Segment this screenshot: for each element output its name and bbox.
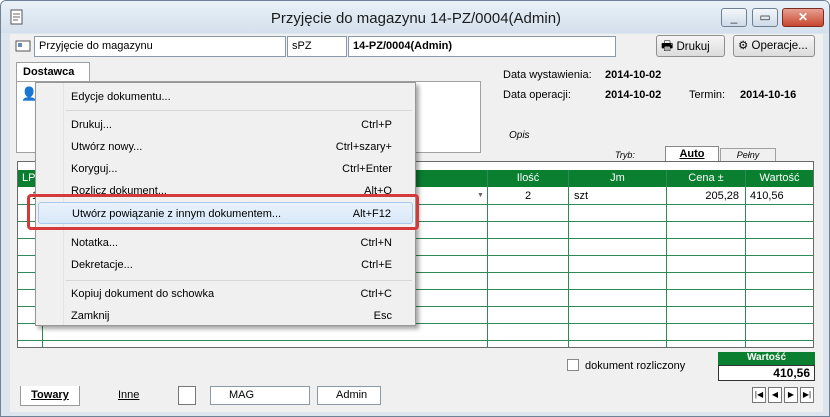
issue-date-value[interactable]: 2014-10-02	[605, 69, 661, 81]
due-label: Termin:	[689, 89, 726, 101]
print-button[interactable]: 🖶 Drukuj	[656, 35, 725, 57]
row1-price[interactable]: 205,28	[667, 190, 739, 202]
next-record-icon[interactable]: ▶	[784, 387, 798, 403]
op-date-value[interactable]: 2014-10-02	[605, 89, 661, 101]
main-window: Przyjęcie do magazynu 14-PZ/0004(Admin) …	[0, 0, 830, 417]
title-bar[interactable]: Przyjęcie do magazynu 14-PZ/0004(Admin) …	[1, 1, 829, 33]
tab-inne[interactable]: Inne	[118, 386, 139, 406]
menu-item-copy[interactable]: Kopiuj dokument do schowka Ctrl+C	[38, 283, 413, 305]
operations-label: Operacje...	[751, 40, 808, 52]
tab-auto[interactable]: Auto	[665, 146, 719, 162]
restore-icon: ▭	[759, 10, 771, 24]
opis-label: Opis	[509, 130, 530, 141]
notepad-icon[interactable]	[178, 386, 196, 405]
menu-item-note[interactable]: Notatka... Ctrl+N	[38, 232, 413, 254]
issue-date-label: Data wystawienia:	[503, 69, 592, 81]
tab-dostawca[interactable]: Dostawca	[16, 62, 90, 82]
last-record-icon[interactable]: ▶|	[800, 387, 814, 403]
printer-icon: 🖶	[661, 38, 674, 53]
close-button[interactable]: ✕	[782, 8, 824, 27]
doc-type-field[interactable]: Przyjęcie do magazynu	[34, 36, 286, 57]
dropdown-arrow-icon[interactable]: ▼	[477, 192, 484, 199]
close-icon: ✕	[797, 10, 809, 24]
row1-value[interactable]: 410,56	[750, 190, 784, 202]
maximize-button[interactable]: ▭	[752, 8, 778, 27]
minimize-button[interactable]: _	[721, 8, 747, 27]
tab-towary[interactable]: Towary	[20, 386, 80, 406]
menu-item-close[interactable]: Zamknij Esc	[38, 305, 413, 327]
col-price[interactable]: Cena ±	[667, 172, 745, 184]
col-value[interactable]: Wartość	[746, 172, 813, 184]
user-field[interactable]: Admin	[317, 386, 381, 405]
mode-label: Tryb:	[615, 150, 635, 160]
warehouse-select[interactable]: MAG	[210, 386, 310, 405]
settled-label: dokument rozliczony	[585, 360, 686, 372]
menu-item-print[interactable]: Drukuj... Ctrl+P	[38, 114, 413, 136]
menu-item-new[interactable]: Utwórz nowy... Ctrl+szary+	[38, 136, 413, 158]
col-unit[interactable]: Jm	[569, 172, 666, 184]
row1-qty[interactable]: 2	[488, 190, 568, 202]
row1-unit[interactable]: szt	[574, 190, 588, 202]
menu-item-correct[interactable]: Koryguj... Ctrl+Enter	[38, 158, 413, 180]
settled-checkbox[interactable]	[567, 359, 579, 371]
menu-item-edit[interactable]: Edycje dokumentu...	[38, 86, 413, 108]
first-record-icon[interactable]: |◀	[752, 387, 766, 403]
total-header: Wartość	[718, 352, 815, 365]
doc-type-icon	[15, 40, 31, 52]
col-qty[interactable]: Ilość	[488, 172, 568, 184]
menu-item-decree[interactable]: Dekretacje... Ctrl+E	[38, 254, 413, 276]
operations-button[interactable]: ⚙ Operacje...	[733, 35, 815, 57]
minimize-icon: _	[730, 10, 738, 24]
op-date-label: Data operacji:	[503, 89, 571, 101]
series-field[interactable]: sPZ	[287, 36, 347, 57]
col-lp[interactable]: LP	[22, 172, 35, 184]
due-value[interactable]: 2014-10-16	[740, 89, 796, 101]
tab-pelny[interactable]: Pełny	[720, 148, 776, 162]
window-title: Przyjęcie do magazynu 14-PZ/0004(Admin)	[270, 10, 562, 27]
record-navigator: |◀ ◀ ▶ ▶|	[752, 387, 814, 405]
highlight-box	[27, 194, 419, 230]
prev-record-icon[interactable]: ◀	[768, 387, 782, 403]
print-label: Drukuj	[676, 41, 710, 53]
gear-icon: ⚙	[738, 40, 749, 52]
doc-number-field[interactable]: 14-PZ/0004(Admin)	[348, 36, 616, 57]
total-value: 410,56	[718, 365, 815, 381]
